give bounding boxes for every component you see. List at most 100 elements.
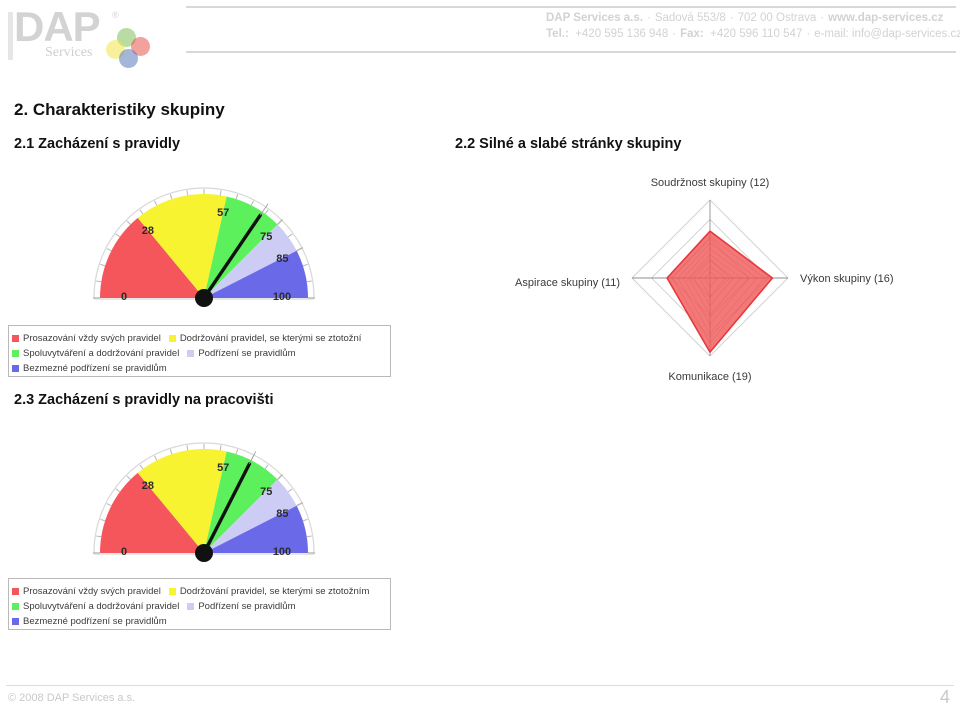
logo-wordmark: DAP xyxy=(14,3,101,50)
radar-data-polygon xyxy=(666,230,774,354)
gauge-tick xyxy=(186,190,189,196)
heading-section-2-1: 2.1 Zacházení s pravidly xyxy=(14,136,181,152)
legend-item: Spoluvytváření a dodržování pravidel xyxy=(12,348,179,359)
contact-tel-value: +420 595 136 948 xyxy=(575,28,669,40)
gauge-needle-hub xyxy=(195,289,213,307)
header-rule-top xyxy=(186,6,956,8)
gauge-tick-label: 0 xyxy=(121,546,127,558)
contact-fax-value: +420 596 110 547 xyxy=(710,28,803,40)
gauge-legend-2-1: Prosazování vždy svých pravidel Dodržován… xyxy=(8,325,391,377)
radar-axis-label: Výkon skupiny (16) xyxy=(800,273,894,285)
gauge-tick-label: 100 xyxy=(273,291,291,303)
gauge-tick xyxy=(169,449,173,455)
legend-swatch-icon xyxy=(12,602,19,610)
footer-page-number: 4 xyxy=(939,687,950,707)
legend-swatch-icon xyxy=(12,349,19,357)
gauge-tick xyxy=(235,194,239,200)
legend-row: Bezmezné podřízení se pravidlům xyxy=(12,361,386,375)
legend-row: Prosazování vždy svých pravidel Dodržován… xyxy=(12,584,386,598)
contact-line-2: Tel.: +420 595 136 948 · Fax: +420 596 110… xyxy=(546,26,960,42)
gauge-tick-label: 28 xyxy=(142,480,154,492)
gauge-tick xyxy=(302,518,308,522)
contact-website[interactable]: www.dap-services.cz xyxy=(828,12,943,24)
contact-tel-label: Tel.: xyxy=(546,28,569,40)
legend-row: Spoluvytváření a dodržování pravidel Podř… xyxy=(12,346,386,360)
contact-sep-1: · xyxy=(646,12,651,24)
contact-line-1: DAP Services a.s. · Sadová 553/8 · 702 00 Os… xyxy=(546,10,956,26)
gauge-tick xyxy=(154,455,158,461)
contact-sep-3: · xyxy=(820,12,825,24)
logo-dots-icon xyxy=(104,28,152,68)
contact-city: 702 00 Ostrava xyxy=(737,12,817,24)
legend-label: Bezmezné podřízení se pravidlům xyxy=(23,362,167,374)
gauge-tick xyxy=(115,233,121,238)
legend-label: Spoluvytváření a dodržování pravidel xyxy=(23,347,180,359)
legend-item: Spoluvytváření a dodržování pravidel xyxy=(12,601,179,612)
dap-logo: DAP ® Services xyxy=(8,3,150,68)
gauge-tick xyxy=(277,474,283,480)
gauge-tick xyxy=(126,475,131,480)
gauge-svg-2-1: 0 28 57 75 85 100 xyxy=(93,187,315,307)
gauge-tick xyxy=(219,445,222,451)
logo-left-bar xyxy=(8,12,13,60)
legend-item: Prosazování vždy svých pravidel xyxy=(12,333,161,344)
gauge-tick xyxy=(115,488,121,493)
heading-section-2-3: 2.3 Zacházení s pravidly na pracovišti xyxy=(14,392,274,408)
logo-subtitle: Services xyxy=(45,45,93,60)
logo-dot-blue xyxy=(119,49,138,68)
legend-swatch-icon xyxy=(168,334,176,342)
gauge-chart-2-3: 0 28 57 75 85 100 xyxy=(14,435,394,575)
legend-label: Prosazování vždy svých pravidel xyxy=(23,585,161,597)
gauge-tick xyxy=(96,535,102,538)
contact-company: DAP Services a.s. xyxy=(546,12,643,24)
gauge-tick-label: 85 xyxy=(276,508,288,520)
gauge-tick xyxy=(264,209,269,215)
legend-label: Podřízení se pravidlům xyxy=(198,347,296,359)
legend-row: Spoluvytváření a dodržování pravidel Podř… xyxy=(12,599,386,613)
gauge-tick xyxy=(250,200,254,206)
legend-item: Podřízení se pravidlům xyxy=(187,600,296,612)
legend-label: Podřízení se pravidlům xyxy=(198,600,296,612)
gauge-tick xyxy=(235,449,239,455)
gauge-tick xyxy=(302,263,308,267)
radar-axis-label: Komunikace (19) xyxy=(668,371,751,383)
contact-sep-2: · xyxy=(729,12,734,24)
legend-label: Dodržování pravidel, se kterými se ztoto… xyxy=(179,585,370,597)
radar-chart-2-2: Soudržnost skupiny (12) Výkon skupiny (16… xyxy=(480,178,950,383)
gauge-tick xyxy=(96,280,102,283)
legend-swatch-icon xyxy=(187,602,195,610)
gauge-tick xyxy=(106,248,112,252)
contact-address: Sadová 553/8 xyxy=(654,12,726,24)
gauge-tick xyxy=(126,220,131,225)
gauge-tick-label: 0 xyxy=(121,291,127,303)
legend-row: Bezmezné podřízení se pravidlům xyxy=(12,614,386,628)
gauge-tick-label: 57 xyxy=(217,207,229,219)
gauge-tick xyxy=(264,464,269,470)
page-header: DAP ® Services DAP Services a.s. · Sadová … xyxy=(0,0,960,72)
legend-swatch-icon xyxy=(12,587,19,595)
legend-label: Spoluvytváření a dodržování pravidel xyxy=(23,600,180,612)
gauge-tick xyxy=(287,488,293,493)
heading-section-2-2: 2.2 Silné a slabé stránky skupiny xyxy=(455,136,682,152)
contact-sep-5: · xyxy=(806,28,811,40)
radar-axis-label: Aspirace skupiny (11) xyxy=(515,277,620,289)
legend-label: Bezmezné podřízení se pravidlům xyxy=(23,615,167,627)
gauge-tick xyxy=(100,263,106,267)
gauge-tick xyxy=(287,233,293,238)
legend-item: Podřízení se pravidlům xyxy=(187,347,296,359)
radar-axis-label: Soudržnost skupiny (12) xyxy=(651,178,770,189)
gauge-tick xyxy=(139,209,144,215)
gauge-tick xyxy=(139,464,144,470)
gauge-needle-hub xyxy=(195,544,213,562)
gauge-tick-label: 28 xyxy=(142,225,154,237)
legend-swatch-icon xyxy=(12,617,19,625)
header-rule-bottom xyxy=(186,51,956,53)
legend-swatch-icon xyxy=(12,364,19,372)
gauge-tick xyxy=(219,190,222,196)
contact-email[interactable]: e-mail: info@dap-services.cz xyxy=(814,28,960,40)
gauge-tick xyxy=(306,535,312,538)
gauge-tick-label: 75 xyxy=(260,231,272,243)
legend-swatch-icon xyxy=(12,334,19,342)
legend-label: Dodržování pravidel, se kterými se ztoto… xyxy=(179,332,362,344)
gauge-tick-label: 57 xyxy=(217,462,229,474)
